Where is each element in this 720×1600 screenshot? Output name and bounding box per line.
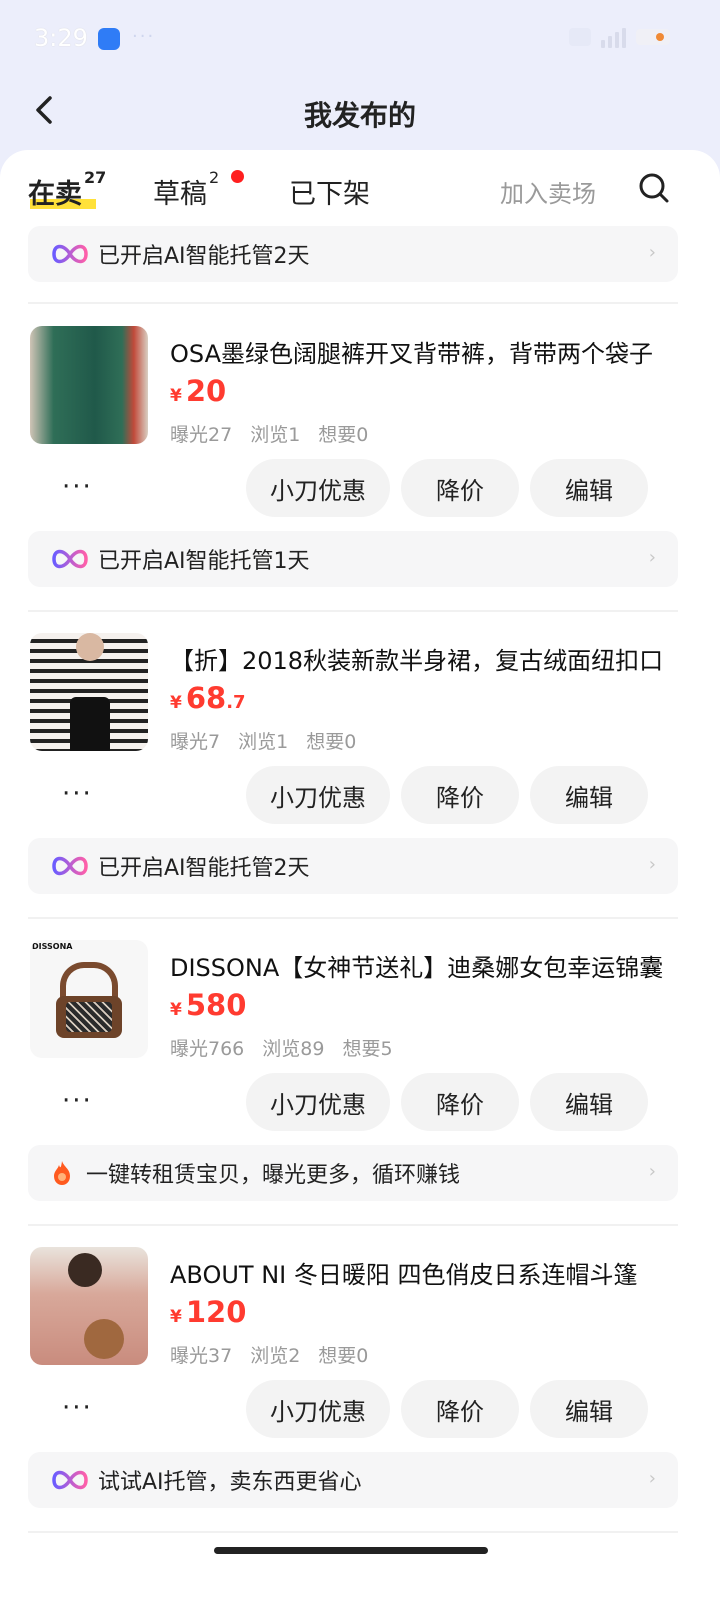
item-stats: 曝光37 浏览2 想要0	[170, 1345, 369, 1367]
item-title[interactable]: ABOUT NI 冬日暖阳 四色俏皮日系连帽斗篷	[170, 1255, 680, 1290]
item-stats: 曝光766 浏览89 想要5	[170, 1038, 393, 1060]
item-price: ¥68.7	[170, 681, 246, 715]
notice-text: 已开启AI智能托管2天	[98, 244, 310, 269]
status-time: 3:29	[34, 24, 88, 52]
tab-selling[interactable]: 在卖27	[28, 168, 106, 211]
chevron-right-icon: ›	[648, 854, 656, 875]
item-price: ¥120	[170, 1295, 247, 1329]
flame-icon	[50, 1160, 80, 1186]
unread-dot	[231, 170, 244, 183]
haggle-discount-button[interactable]: 小刀优惠	[246, 766, 390, 824]
nav-bar: 我发布的	[0, 80, 720, 150]
chevron-right-icon: ›	[648, 242, 656, 263]
edit-button[interactable]: 编辑	[530, 766, 648, 824]
page-title: 我发布的	[303, 99, 416, 132]
divider	[28, 302, 678, 304]
haggle-discount-button[interactable]: 小刀优惠	[246, 459, 390, 517]
item-title[interactable]: DISSONA【女神节送礼】迪桑娜女包幸运锦囊	[170, 948, 680, 983]
reduce-price-button[interactable]: 降价	[401, 1380, 519, 1438]
status-bar: 3:29 ···	[0, 0, 720, 80]
divider	[28, 917, 678, 919]
battery-icon	[636, 29, 670, 45]
product-thumbnail[interactable]	[30, 1247, 148, 1365]
reduce-price-button[interactable]: 降价	[401, 459, 519, 517]
app-notification-icon	[98, 28, 120, 50]
content-sheet: 在卖27 草稿2 已下架 加入卖场 已开启AI智能托管2天 › OSA墨绿色阔腿…	[0, 150, 720, 1600]
ai-hosting-promo[interactable]: 试试AI托管，卖东西更省心 ›	[28, 1452, 678, 1508]
divider	[28, 1531, 678, 1533]
notice-text: 已开启AI智能托管1天	[98, 549, 310, 574]
item-price: ¥20	[170, 374, 227, 408]
notice-text: 已开启AI智能托管2天	[98, 856, 310, 881]
ai-hosting-notice[interactable]: 已开启AI智能托管1天 ›	[28, 531, 678, 587]
item-price: ¥580	[170, 988, 247, 1022]
reduce-price-button[interactable]: 降价	[401, 766, 519, 824]
ai-infinity-icon	[50, 546, 92, 572]
item-title[interactable]: 【折】2018秋装新款半身裙，复古绒面纽扣口	[170, 641, 680, 676]
tab-selling-label: 在卖	[28, 179, 82, 210]
more-button[interactable]: ···	[62, 779, 93, 809]
chevron-right-icon: ›	[648, 1468, 656, 1489]
divider	[28, 1224, 678, 1226]
item-title[interactable]: OSA墨绿色阔腿裤开叉背带裤，背带两个袋子	[170, 334, 680, 369]
hd-icon	[569, 28, 591, 46]
reduce-price-button[interactable]: 降价	[401, 1073, 519, 1131]
item-stats: 曝光27 浏览1 想要0	[170, 424, 369, 446]
notice-text: 一键转租赁宝贝，曝光更多，循环赚钱	[86, 1163, 461, 1188]
join-market-link[interactable]: 加入卖场	[500, 174, 596, 209]
more-button[interactable]: ···	[62, 472, 93, 502]
chevron-right-icon: ›	[648, 1161, 656, 1182]
chevron-right-icon: ›	[648, 547, 656, 568]
tab-selling-count: 27	[84, 168, 107, 187]
item-stats: 曝光7 浏览1 想要0	[170, 731, 357, 753]
divider	[28, 610, 678, 612]
product-thumbnail[interactable]	[30, 326, 148, 444]
edit-button[interactable]: 编辑	[530, 1073, 648, 1131]
more-button[interactable]: ···	[62, 1086, 93, 1116]
status-dots: ···	[132, 26, 156, 47]
status-indicators	[569, 26, 670, 48]
edit-button[interactable]: 编辑	[530, 459, 648, 517]
tab-offshelf[interactable]: 已下架	[289, 172, 370, 211]
ai-hosting-notice[interactable]: 已开启AI智能托管2天 ›	[28, 838, 678, 894]
search-icon	[639, 173, 669, 203]
ai-infinity-icon	[50, 1467, 92, 1493]
search-button[interactable]	[636, 170, 672, 206]
ai-infinity-icon	[50, 241, 92, 267]
product-thumbnail[interactable]	[30, 633, 148, 751]
tab-draft-label: 草稿	[153, 179, 207, 210]
signal-icon	[601, 26, 626, 48]
ai-infinity-icon	[50, 853, 92, 879]
haggle-discount-button[interactable]: 小刀优惠	[246, 1073, 390, 1131]
tab-bar: 在卖27 草稿2 已下架 加入卖场	[0, 150, 720, 226]
ai-hosting-notice[interactable]: 已开启AI智能托管2天 ›	[28, 226, 678, 282]
haggle-discount-button[interactable]: 小刀优惠	[246, 1380, 390, 1438]
notice-text: 试试AI托管，卖东西更省心	[98, 1470, 362, 1495]
tab-offshelf-label: 已下架	[289, 179, 370, 210]
home-indicator[interactable]	[214, 1547, 488, 1554]
edit-button[interactable]: 编辑	[530, 1380, 648, 1438]
product-thumbnail[interactable]: DISSONA	[30, 940, 148, 1058]
more-button[interactable]: ···	[62, 1393, 93, 1423]
tab-draft-count: 2	[209, 168, 220, 187]
tab-draft[interactable]: 草稿2	[153, 168, 244, 211]
rent-promo-notice[interactable]: 一键转租赁宝贝，曝光更多，循环赚钱 ›	[28, 1145, 678, 1201]
